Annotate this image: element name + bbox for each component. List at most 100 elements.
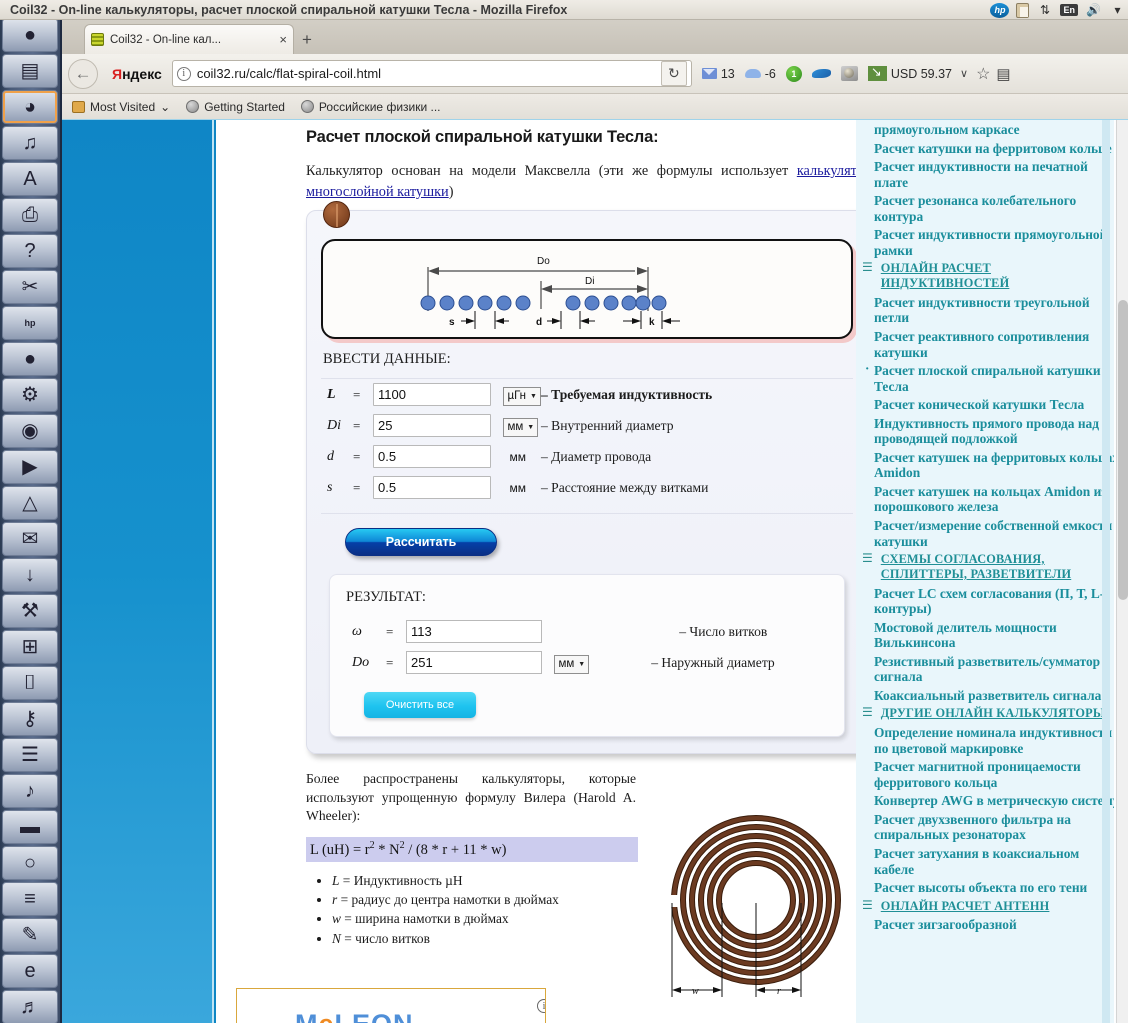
- system-tray[interactable]: hp ⇅ En 🔊 ▾: [990, 0, 1126, 20]
- media-icon[interactable]: ▶: [2, 450, 58, 484]
- page-scrollbar-thumb[interactable]: [1118, 300, 1128, 600]
- close-tab-icon[interactable]: ×: [279, 32, 287, 47]
- sidebar-item-10[interactable]: Индуктивность прямого провода над провод…: [874, 416, 1120, 447]
- wire-diameter-input[interactable]: [373, 445, 491, 469]
- reader-list-icon[interactable]: ▤: [996, 65, 1010, 83]
- inner-diameter-unit-select[interactable]: мм ▼: [503, 417, 539, 437]
- sidebar-item-0[interactable]: прямоугольном каркасе: [874, 122, 1120, 138]
- sidebar-section-header[interactable]: ☰ ДРУГИЕ ОНЛАЙН КАЛЬКУЛЯТОРЫ:: [862, 706, 1120, 721]
- scanner-icon[interactable]: ⌷: [2, 666, 58, 700]
- screenshot-icon[interactable]: ✂: [2, 270, 58, 304]
- sidebar-item-17[interactable]: Резистивный разветвитель/сумматор сигнал…: [874, 654, 1120, 685]
- sidebar-item-11[interactable]: Расчет катушек на ферритовых кольцах Ami…: [874, 450, 1120, 481]
- bookmark-star-icon[interactable]: ☆: [976, 64, 990, 84]
- notification-badge[interactable]: 1: [785, 65, 802, 82]
- ad-banner[interactable]: MeLEON i: [236, 988, 546, 1023]
- reload-icon[interactable]: ↻: [660, 61, 687, 86]
- camera-icon[interactable]: ◉: [2, 414, 58, 448]
- sidebar-item-2[interactable]: Расчет индуктивности на печатной плате: [874, 159, 1120, 190]
- chevron-down-icon[interactable]: ∨: [960, 67, 968, 80]
- tray-overflow-icon[interactable]: ▾: [1109, 2, 1126, 19]
- sidebar-item-21[interactable]: Расчет магнитной проницаемости ферритово…: [874, 759, 1120, 790]
- red-app-icon[interactable]: ▬: [2, 810, 58, 844]
- sidebar-item-20[interactable]: Определение номинала индуктивности по цв…: [874, 725, 1120, 756]
- back-button[interactable]: ←: [68, 58, 98, 89]
- messenger-icon[interactable]: ✉: [2, 522, 58, 556]
- sidebar-item-15[interactable]: Расчет LC схем согласования (П, Т, L-кон…: [874, 586, 1120, 617]
- settings-icon[interactable]: ⚙: [2, 378, 58, 412]
- sidebar-item-3[interactable]: Расчет резонанса колебательного контура: [874, 193, 1120, 224]
- audacity-icon[interactable]: ♫: [2, 126, 58, 160]
- sidebar-item-7[interactable]: Расчет реактивного сопротивления катушки: [874, 329, 1120, 360]
- music-note-icon[interactable]: ♪: [2, 774, 58, 808]
- yandex-logo[interactable]: Яндекс: [112, 66, 162, 82]
- sidebar-inner-scrollbar[interactable]: [1102, 120, 1110, 1023]
- ad-info-icon[interactable]: i: [537, 999, 545, 1013]
- address-bar[interactable]: i coil32.ru/calc/flat-spiral-coil.html ↻: [171, 60, 692, 87]
- currency-widget[interactable]: USD 59.37: [867, 64, 952, 81]
- bookmark-russian-physicists[interactable]: Российские физики ...: [300, 100, 441, 114]
- sidebar-item-27[interactable]: Расчет зигзагообразной: [874, 917, 1120, 933]
- sidebar-item-16[interactable]: Мостовой делитель мощности Вилькинсона: [874, 620, 1120, 651]
- sidebar-item-22[interactable]: Конвертер AWG в метрическую систему: [874, 793, 1120, 809]
- sidebar-item-4[interactable]: Расчет индуктивности прямоугольной рамки: [874, 227, 1120, 258]
- sidebar-item-13[interactable]: Расчет/измерение собственной емкости кат…: [874, 518, 1120, 549]
- new-tab-button[interactable]: +: [302, 30, 312, 50]
- hp-tool-icon[interactable]: hp: [2, 306, 58, 340]
- sidebar-item-18[interactable]: Коаксиальный разветвитель сигнала: [874, 688, 1120, 704]
- sidebar-section-header[interactable]: ☰ ОНЛАЙН РАСЧЕТ ИНДУКТИВНОСТЕЙ: [862, 261, 1120, 291]
- bookmark-getting-started[interactable]: Getting Started: [186, 100, 285, 114]
- sidebar-item-23[interactable]: Расчет двухзвенного фильтра на спиральны…: [874, 812, 1120, 843]
- wrench-icon[interactable]: ⚒: [2, 594, 58, 628]
- clear-all-button[interactable]: Очистить все: [364, 692, 476, 719]
- bookmark-most-visited[interactable]: Most Visited ⌄: [72, 100, 170, 114]
- firefox-icon[interactable]: ◕: [2, 90, 58, 124]
- files-icon[interactable]: ▤: [2, 54, 58, 88]
- weather-widget[interactable]: -6: [744, 67, 776, 81]
- fonts-icon[interactable]: A: [2, 162, 58, 196]
- turns-output[interactable]: [406, 620, 542, 644]
- sidebar-item-12[interactable]: Расчет катушек на кольцах Amidon из поро…: [874, 484, 1120, 515]
- inner-diameter-input[interactable]: [373, 414, 491, 438]
- ad-brand-text: MeLEON: [295, 1009, 414, 1023]
- ubuntu-dash-icon[interactable]: ●: [2, 18, 58, 52]
- help-icon[interactable]: ?: [2, 234, 58, 268]
- outer-diameter-output[interactable]: [406, 651, 542, 675]
- browser-tab-active[interactable]: Coil32 - On-line кал... ×: [84, 24, 294, 54]
- sidebar-section-header[interactable]: ☰ СХЕМЫ СОГЛАСОВАНИЯ, СПЛИТТЕРЫ, РАЗВЕТВИ…: [862, 551, 1120, 582]
- mail-notifier[interactable]: 13: [701, 67, 735, 81]
- printer-icon[interactable]: ⎙: [2, 198, 58, 232]
- sidebar-section-header[interactable]: ☰ ОНЛАЙН РАСЧЕТ АНТЕНН: [862, 898, 1120, 914]
- clipboard-icon[interactable]: [1016, 2, 1030, 18]
- page-scrollbar[interactable]: [1116, 120, 1128, 1023]
- sidebar-item-1[interactable]: Расчет катушки на ферритовом кольце: [874, 141, 1120, 157]
- sidebar-item-9[interactable]: Расчет конической катушки Тесла: [874, 397, 1120, 413]
- addon-swoosh-button[interactable]: [811, 67, 831, 81]
- calculator-icon[interactable]: ⊞: [2, 630, 58, 664]
- network-updown-icon[interactable]: ⇅: [1036, 2, 1053, 19]
- internet-icon[interactable]: e: [2, 954, 58, 988]
- notes-icon[interactable]: ✎: [2, 918, 58, 952]
- disc-burner-icon[interactable]: ●: [2, 342, 58, 376]
- vlc-icon[interactable]: △: [2, 486, 58, 520]
- sidebar-item-8[interactable]: Расчет плоской спиральной катушки Тесла: [865, 361, 1120, 394]
- addon-app-button[interactable]: [840, 66, 858, 81]
- cd-icon[interactable]: ○: [2, 846, 58, 880]
- download-icon[interactable]: ↓: [2, 558, 58, 592]
- outer-diameter-unit-select[interactable]: мм ▼: [554, 654, 590, 674]
- desktop-dock[interactable]: ●▤◕♫A⎙?✂hp●⚙◉▶△✉↓⚒⊞⌷⚷☰♪▬○≡✎e♬◉PDF⮟✏par✖❖…: [0, 18, 62, 1023]
- inductance-unit-select[interactable]: µГн ▼: [503, 386, 541, 406]
- sidebar-item-6[interactable]: Расчет индуктивности треугольной петли: [874, 295, 1120, 326]
- turn-spacing-input[interactable]: [373, 476, 491, 500]
- keyboard-language-indicator[interactable]: En: [1060, 4, 1078, 16]
- sidebar-item-25[interactable]: Расчет высоты объекта по его тени: [874, 880, 1120, 896]
- keys-icon[interactable]: ⚷: [2, 702, 58, 736]
- volume-icon[interactable]: 🔊: [1085, 2, 1102, 19]
- site-info-icon[interactable]: i: [176, 66, 191, 81]
- rainbow-icon[interactable]: ≡: [2, 882, 58, 916]
- archive-icon[interactable]: ☰: [2, 738, 58, 772]
- calculate-button[interactable]: Рассчитать: [345, 528, 497, 557]
- inductance-input[interactable]: [373, 383, 491, 407]
- sound-icon[interactable]: ♬: [2, 990, 58, 1023]
- sidebar-item-24[interactable]: Расчет затухания в коаксиальном кабеле: [874, 846, 1120, 877]
